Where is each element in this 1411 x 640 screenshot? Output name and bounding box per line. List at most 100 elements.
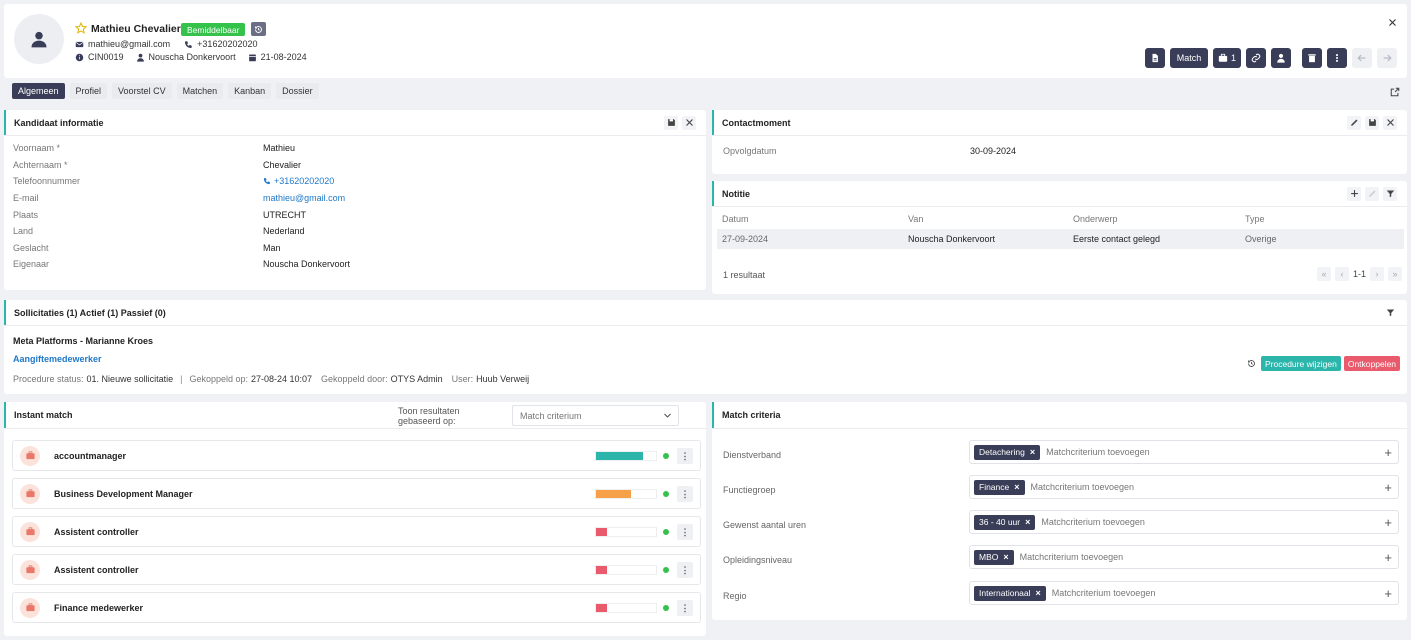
sollicitaties-header: Sollicitaties (1) Actief (1) Passief (0)	[4, 300, 1407, 326]
more-button[interactable]: ⋮	[677, 524, 693, 540]
next-page-button[interactable]: ›	[1370, 267, 1385, 281]
cancel-button[interactable]	[1383, 115, 1397, 130]
close-button[interactable]	[1386, 16, 1398, 28]
trash-icon	[1308, 54, 1316, 63]
criterium-input[interactable]: MBO × Matchcriterium toevoegen +	[969, 545, 1399, 569]
match-button[interactable]: Match	[1170, 48, 1208, 68]
application-actions: Procedure wijzigen Ontkoppelen	[1244, 356, 1401, 371]
add-criterium-button[interactable]: +	[1384, 586, 1392, 601]
application-job-link[interactable]: Aangiftemedewerker	[13, 354, 102, 364]
add-note-button[interactable]	[1347, 186, 1361, 201]
add-criterium-button[interactable]: +	[1384, 480, 1392, 495]
tab-dossier[interactable]: Dossier	[276, 83, 319, 99]
match-item[interactable]: Assistent controller ⋮	[12, 516, 701, 547]
pencil-icon	[1350, 119, 1357, 126]
match-item[interactable]: Assistent controller ⋮	[12, 554, 701, 585]
remove-chip-icon[interactable]: ×	[1025, 517, 1030, 527]
match-item[interactable]: accountmanager ⋮	[12, 440, 701, 471]
header-email[interactable]: mathieu@gmail.com	[88, 39, 170, 49]
match-score-bar	[595, 565, 657, 575]
favorite-star-icon[interactable]	[74, 21, 88, 34]
link-icon	[1251, 53, 1261, 63]
remove-chip-icon[interactable]: ×	[1036, 588, 1041, 598]
procedure-change-button[interactable]: Procedure wijzigen	[1261, 356, 1341, 371]
owner-icon	[136, 53, 144, 62]
briefcase-icon	[20, 559, 40, 580]
meta-row: CIN0019 Nouscha Donkervoort 21-08-2024	[75, 52, 307, 62]
next-button[interactable]	[1377, 48, 1397, 68]
notitie-header: Notitie	[712, 181, 1407, 207]
document-icon	[1152, 53, 1158, 63]
plus-icon	[1350, 190, 1358, 197]
last-page-button[interactable]: »	[1388, 267, 1403, 281]
more-button[interactable]: ⋮	[677, 600, 693, 616]
remove-chip-icon[interactable]: ×	[1014, 482, 1019, 492]
document-button[interactable]	[1145, 48, 1165, 68]
table-row[interactable]: 27-09-2024 Nouscha Donkervoort Eerste co…	[717, 229, 1404, 249]
cancel-button[interactable]	[682, 115, 696, 130]
field-voornaam: Voornaam * Mathieu	[13, 143, 296, 154]
criterium-input[interactable]: 36 - 40 uur × Matchcriterium toevoegen +	[969, 510, 1399, 534]
more-button[interactable]: ⋮	[677, 562, 693, 578]
tab-kanban[interactable]: Kanban	[228, 83, 272, 99]
save-button[interactable]	[664, 115, 678, 130]
briefcase-icon	[1218, 53, 1228, 62]
page-range: 1-1	[1353, 269, 1367, 279]
close-icon	[1386, 119, 1394, 126]
prev-page-button[interactable]: ‹	[1335, 267, 1349, 281]
kandidaat-fields: Voornaam * Mathieu Achternaam * Chevalier …	[4, 136, 706, 273]
match-item[interactable]: Finance medewerker ⋮	[12, 592, 701, 623]
match-criterium-select[interactable]: Match criterium	[512, 405, 679, 426]
add-criterium-button[interactable]: +	[1384, 550, 1392, 565]
add-criterium-button[interactable]: +	[1384, 515, 1392, 530]
criterium-chip[interactable]: MBO ×	[974, 549, 1014, 565]
add-criterium-button[interactable]: +	[1384, 445, 1392, 460]
remove-chip-icon[interactable]: ×	[1003, 552, 1008, 562]
criterium-input[interactable]: Detachering × Matchcriterium toevoegen +	[969, 440, 1399, 464]
previous-button[interactable]	[1352, 48, 1372, 68]
header-phone[interactable]: +31620202020	[197, 39, 257, 49]
separator: |	[180, 374, 183, 384]
match-item[interactable]: Business Development Manager ⋮	[12, 478, 701, 509]
first-page-button[interactable]: «	[1317, 267, 1331, 281]
criterium-input[interactable]: Finance × Matchcriterium toevoegen +	[969, 475, 1399, 499]
tab-profiel[interactable]: Profiel	[69, 83, 108, 99]
briefcase-icon	[20, 483, 40, 504]
save-button[interactable]	[1365, 115, 1379, 130]
pagination: « ‹ 1-1 › »	[1317, 267, 1403, 281]
match-score-fill	[596, 566, 607, 574]
filter-button[interactable]	[1383, 186, 1397, 201]
filter-icon	[1386, 309, 1394, 317]
criterium-chip[interactable]: Finance ×	[974, 479, 1025, 495]
edit-note-button[interactable]	[1365, 186, 1379, 201]
link-button[interactable]	[1246, 48, 1266, 68]
history-icon	[255, 25, 262, 33]
avatar	[14, 14, 64, 64]
tab-algemeen[interactable]: Algemeen	[12, 83, 65, 99]
external-link-icon[interactable]	[1390, 87, 1400, 99]
person-button[interactable]	[1271, 48, 1291, 68]
tab-bar: Algemeen Profiel Voorstel CV Matchen Kan…	[12, 83, 319, 99]
history-button[interactable]	[251, 22, 266, 36]
field-email: E-mail mathieu@gmail.com	[13, 193, 346, 204]
email-row: mathieu@gmail.com +31620202020	[75, 39, 258, 49]
unlink-button[interactable]: Ontkoppelen	[1343, 356, 1401, 371]
history-button[interactable]	[1244, 357, 1258, 371]
jobs-button[interactable]: 1	[1213, 48, 1241, 68]
jobs-count: 1	[1230, 53, 1236, 63]
more-button[interactable]: ⋮	[677, 486, 693, 502]
criterium-chip[interactable]: 36 - 40 uur ×	[974, 514, 1036, 530]
criterium-input[interactable]: Internationaal × Matchcriterium toevoegen…	[969, 581, 1399, 605]
tab-matchen[interactable]: Matchen	[176, 83, 224, 99]
criterium-chip[interactable]: Detachering ×	[974, 444, 1041, 460]
tab-voorstel-cv[interactable]: Voorstel CV	[112, 83, 172, 99]
delete-button[interactable]	[1302, 48, 1322, 68]
filter-button[interactable]	[1383, 306, 1397, 320]
more-button[interactable]	[1327, 48, 1347, 68]
criterium-chip[interactable]: Internationaal ×	[974, 585, 1046, 601]
status-dot	[663, 529, 669, 535]
remove-chip-icon[interactable]: ×	[1030, 447, 1035, 457]
more-button[interactable]: ⋮	[677, 448, 693, 464]
history-icon	[1247, 360, 1255, 367]
edit-button[interactable]	[1347, 115, 1361, 130]
